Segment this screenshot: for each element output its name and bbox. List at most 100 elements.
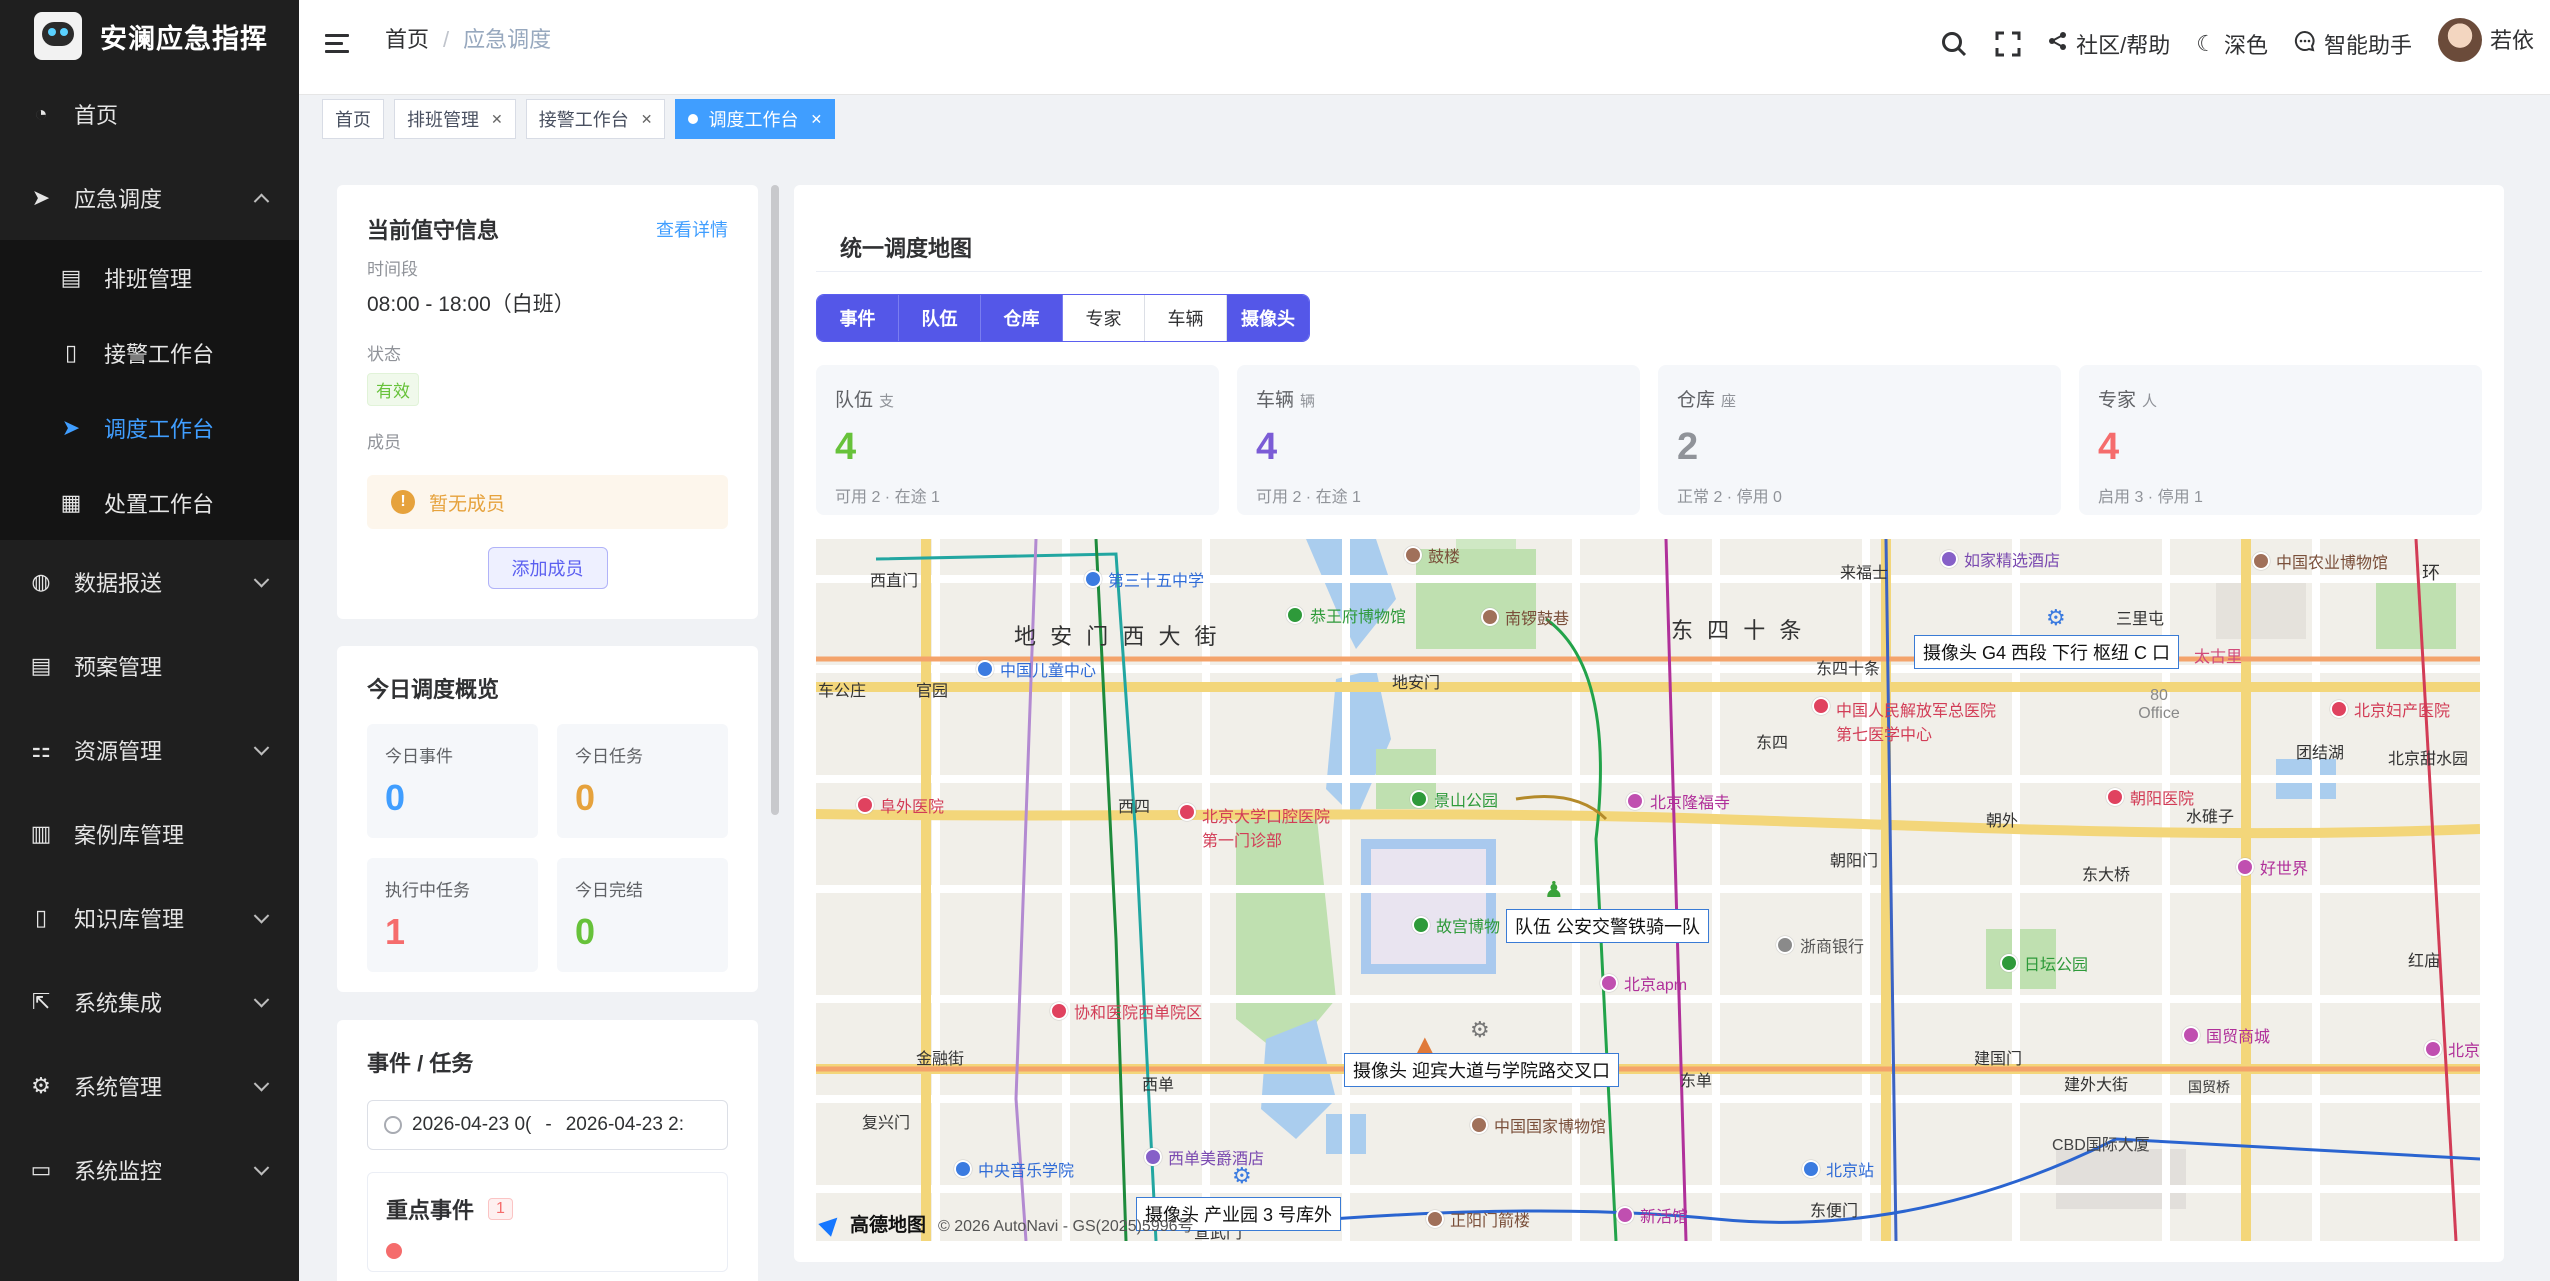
- team-marker-icon[interactable]: ♟: [1544, 877, 1564, 903]
- poi-shopping: 新活馆: [1616, 1203, 1688, 1227]
- search-icon[interactable]: [1940, 30, 1968, 58]
- poi-label: 如家精选酒店: [1964, 553, 2061, 570]
- tag-schedule[interactable]: 排班管理 ✕: [394, 99, 516, 139]
- sidebar-item-dispatch-desk[interactable]: ➤ 调度工作台: [0, 390, 299, 465]
- date-range-picker[interactable]: 2026-04-23 0( - 2026-04-23 2:: [367, 1100, 728, 1150]
- key-events-panel: 重点事件 1: [367, 1172, 728, 1272]
- kpi-title: 仓库: [1677, 390, 1716, 411]
- poi-label: 北京站: [1826, 1163, 1875, 1180]
- sidebar-item-resource[interactable]: ⚏ 资源管理: [0, 708, 299, 792]
- poi-museum: 中国农业博物馆: [2252, 549, 2388, 573]
- duty-info-card: 当前值守信息 查看详情 时间段 08:00 - 18:00（白班） 状态 有效 …: [337, 185, 758, 619]
- share-icon: [2048, 31, 2068, 57]
- sidebar-item-system[interactable]: ⚙ 系统管理: [0, 1044, 299, 1128]
- filter-warehouses-button[interactable]: 仓库: [981, 295, 1063, 341]
- sidebar-item-home[interactable]: ◔ 首页: [0, 72, 299, 156]
- dispatch-map[interactable]: 地 安 门 西 大 街 东 四 十 条 西直门 第三十五中学 鼓楼 恭王府博物馆…: [816, 539, 2480, 1241]
- empty-members-text: 暂无成员: [429, 493, 506, 515]
- fullscreen-icon[interactable]: [1994, 30, 2022, 58]
- sidebar-item-integration[interactable]: ⇱ 系统集成: [0, 960, 299, 1044]
- sidebar-item-label: 系统管理: [74, 1075, 163, 1100]
- sidebar-item-label: 预案管理: [74, 655, 163, 680]
- robot-logo-icon: [34, 12, 82, 60]
- assistant-button[interactable]: 智能助手: [2294, 28, 2412, 60]
- community-help-label: 社区/帮助: [2076, 33, 2171, 58]
- navbar: 首页 / 应急调度 社区/帮助 ☾ 深色 智能助手 若依: [299, 0, 2550, 72]
- filter-teams-button[interactable]: 队伍: [899, 295, 981, 341]
- sidebar-item-data-report[interactable]: ◍ 数据报送: [0, 540, 299, 624]
- events-tasks-card: 事件 / 任务 2026-04-23 0( - 2026-04-23 2: 重点…: [337, 1020, 758, 1281]
- place-label: 太古里: [2194, 649, 2243, 666]
- team-label[interactable]: 队伍 公安交警铁骑一队: [1506, 909, 1709, 943]
- sidebar-item-label: 系统集成: [74, 991, 163, 1016]
- breadcrumb: 首页 / 应急调度: [385, 27, 552, 52]
- add-member-button[interactable]: 添加成员: [487, 547, 608, 589]
- paper-plane-icon: ➤: [61, 414, 81, 440]
- poi-hospital: 北京大学口腔医院第一门诊部: [1178, 803, 1338, 851]
- date-start[interactable]: 2026-04-23 0(: [412, 1114, 531, 1136]
- tag-alarm-desk[interactable]: 接警工作台 ✕: [525, 99, 666, 139]
- left-column-scrollbar[interactable]: [771, 185, 779, 815]
- sidebar-item-plan[interactable]: ▤ 预案管理: [0, 624, 299, 708]
- filter-vehicles-button[interactable]: 车辆: [1145, 295, 1227, 341]
- poi-hospital: 协和医院西单院区: [1050, 999, 1202, 1023]
- kpi-detail: 正常 2 · 停用 0: [1677, 489, 1782, 506]
- date-end[interactable]: 2026-04-23 2:: [566, 1114, 684, 1136]
- sidebar-item-knowledge[interactable]: ▯ 知识库管理: [0, 876, 299, 960]
- layer-filter-group: 事件 队伍 仓库 专家 车辆 摄像头: [816, 294, 1310, 342]
- document-icon: ▤: [30, 653, 52, 678]
- place-label: 80 Office: [2138, 687, 2180, 722]
- kpi-unit: 支: [879, 393, 895, 410]
- tag-dispatch-desk[interactable]: 调度工作台 ✕: [675, 99, 836, 139]
- kpi-teams: 队伍支 4 可用 2 · 在途 1: [816, 365, 1219, 515]
- poi-landmark: 正阳门箭楼: [1426, 1207, 1530, 1231]
- map-panel-title: 统一调度地图: [840, 236, 973, 261]
- close-icon[interactable]: ✕: [810, 111, 822, 128]
- events-title: 事件 / 任务: [367, 1051, 474, 1076]
- poi-label: 好世界: [2260, 861, 2309, 878]
- camera-marker-icon[interactable]: ⚙: [1470, 1017, 1490, 1043]
- filter-events-button[interactable]: 事件: [817, 295, 899, 341]
- filter-cameras-button[interactable]: 摄像头: [1227, 295, 1309, 341]
- app-title: 安澜应急指挥: [100, 23, 268, 54]
- camera-label[interactable]: 摄像头 G4 西段 下行 枢纽 C 口: [1914, 635, 2180, 669]
- place-label: CBD国际大厦: [2052, 1137, 2150, 1154]
- kpi-unit: 座: [1721, 393, 1737, 410]
- poi-label: 故宫博物: [1436, 919, 1501, 936]
- close-icon[interactable]: ✕: [641, 111, 653, 128]
- chevron-down-icon: [253, 1160, 270, 1176]
- sidebar-item-case-library[interactable]: ▥ 案例库管理: [0, 792, 299, 876]
- place-label: 红庙: [2408, 953, 2441, 970]
- breadcrumb-current: 应急调度: [463, 27, 552, 52]
- place-label: 三里屯: [2116, 611, 2165, 628]
- camera-marker-icon[interactable]: ⚙: [1232, 1163, 1252, 1189]
- user-menu[interactable]: 若依: [2437, 18, 2534, 62]
- sidebar-item-monitor[interactable]: ▭ 系统监控: [0, 1128, 299, 1212]
- community-help-link[interactable]: 社区/帮助: [2048, 28, 2170, 60]
- app-logo[interactable]: 安澜应急指挥: [0, 0, 299, 72]
- sidebar-item-emergency-dispatch[interactable]: ➤ 应急调度: [0, 156, 299, 240]
- filter-experts-button[interactable]: 专家: [1063, 295, 1145, 341]
- view-details-link[interactable]: 查看详情: [656, 216, 728, 242]
- tag-home[interactable]: 首页: [322, 99, 384, 139]
- hamburger-menu-icon[interactable]: [325, 34, 349, 54]
- poi-hospital: 阜外医院: [856, 793, 944, 817]
- poi-label: 南锣鼓巷: [1505, 611, 1570, 628]
- chevron-down-icon: [253, 908, 270, 924]
- camera-marker-icon[interactable]: ⚙: [2046, 605, 2066, 631]
- sidebar-item-schedule[interactable]: ▤ 排班管理: [0, 240, 299, 315]
- camera-label[interactable]: 摄像头 迎宾大道与学院路交叉口: [1344, 1053, 1619, 1087]
- submenu-emergency-dispatch: ▤ 排班管理 ▯ 接警工作台 ➤ 调度工作台 ▦ 处置工作台: [0, 240, 299, 540]
- period-label: 时间段: [367, 260, 418, 279]
- sidebar-item-alarm-desk[interactable]: ▯ 接警工作台: [0, 315, 299, 390]
- calendar-icon: ▤: [60, 264, 82, 290]
- road-label: 东 四 十 条: [1671, 618, 1806, 643]
- dispatch-map-panel: 统一调度地图 事件 队伍 仓库 专家 车辆 摄像头 队伍支 4 可用 2 · 在…: [794, 185, 2504, 1262]
- place-label: 东四: [1756, 735, 1789, 752]
- monitor-icon: ▭: [30, 1157, 52, 1182]
- close-icon[interactable]: ✕: [491, 111, 503, 128]
- header: 首页 / 应急调度 社区/帮助 ☾ 深色 智能助手 若依 首页 排班管理 ✕ 接…: [299, 0, 2550, 139]
- breadcrumb-home[interactable]: 首页: [385, 27, 429, 52]
- theme-toggle[interactable]: ☾ 深色: [2196, 28, 2268, 60]
- sidebar-item-disposal-desk[interactable]: ▦ 处置工作台: [0, 465, 299, 540]
